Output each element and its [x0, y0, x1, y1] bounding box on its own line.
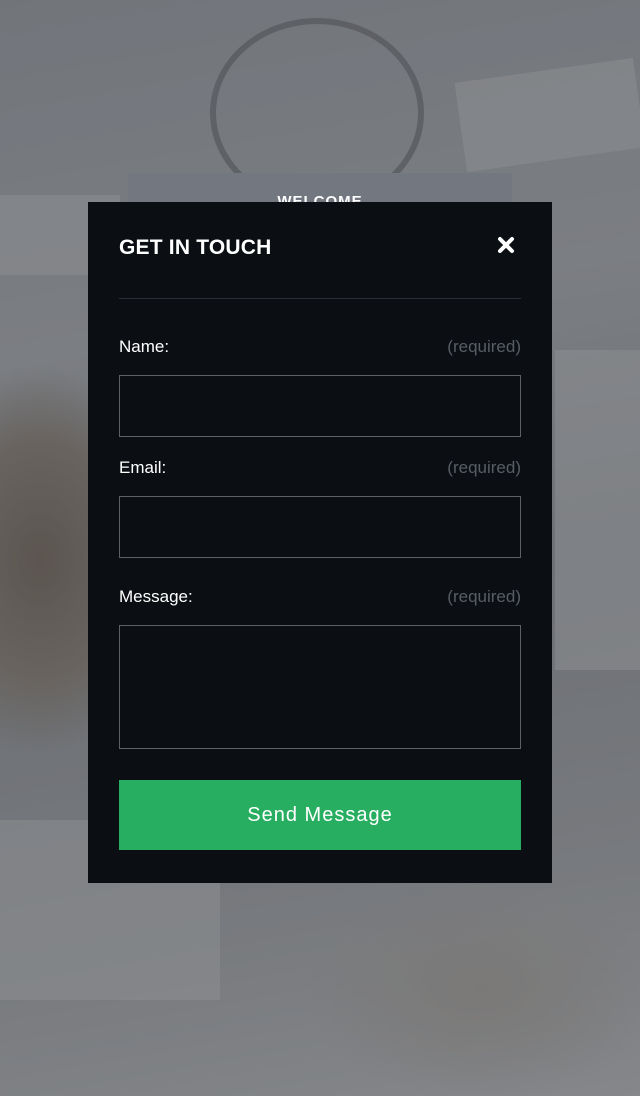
- email-field-header: Email: (required): [119, 458, 521, 482]
- email-input[interactable]: [119, 496, 521, 558]
- message-textarea[interactable]: [119, 625, 521, 749]
- message-required-hint: (required): [447, 587, 521, 606]
- contact-modal: GET IN TOUCH Name: (required) Email: (re…: [88, 202, 552, 883]
- message-label: Message:: [119, 587, 193, 606]
- name-label: Name:: [119, 337, 170, 356]
- modal-header: GET IN TOUCH: [119, 202, 521, 299]
- send-message-button[interactable]: Send Message: [119, 780, 521, 850]
- modal-title: GET IN TOUCH: [119, 236, 272, 259]
- name-field-header: Name: (required): [119, 337, 521, 361]
- message-field-header: Message: (required): [119, 587, 521, 611]
- name-required-hint: (required): [447, 337, 521, 356]
- email-required-hint: (required): [447, 458, 521, 477]
- email-label: Email:: [119, 458, 167, 477]
- close-icon[interactable]: [497, 236, 515, 254]
- name-input[interactable]: [119, 375, 521, 437]
